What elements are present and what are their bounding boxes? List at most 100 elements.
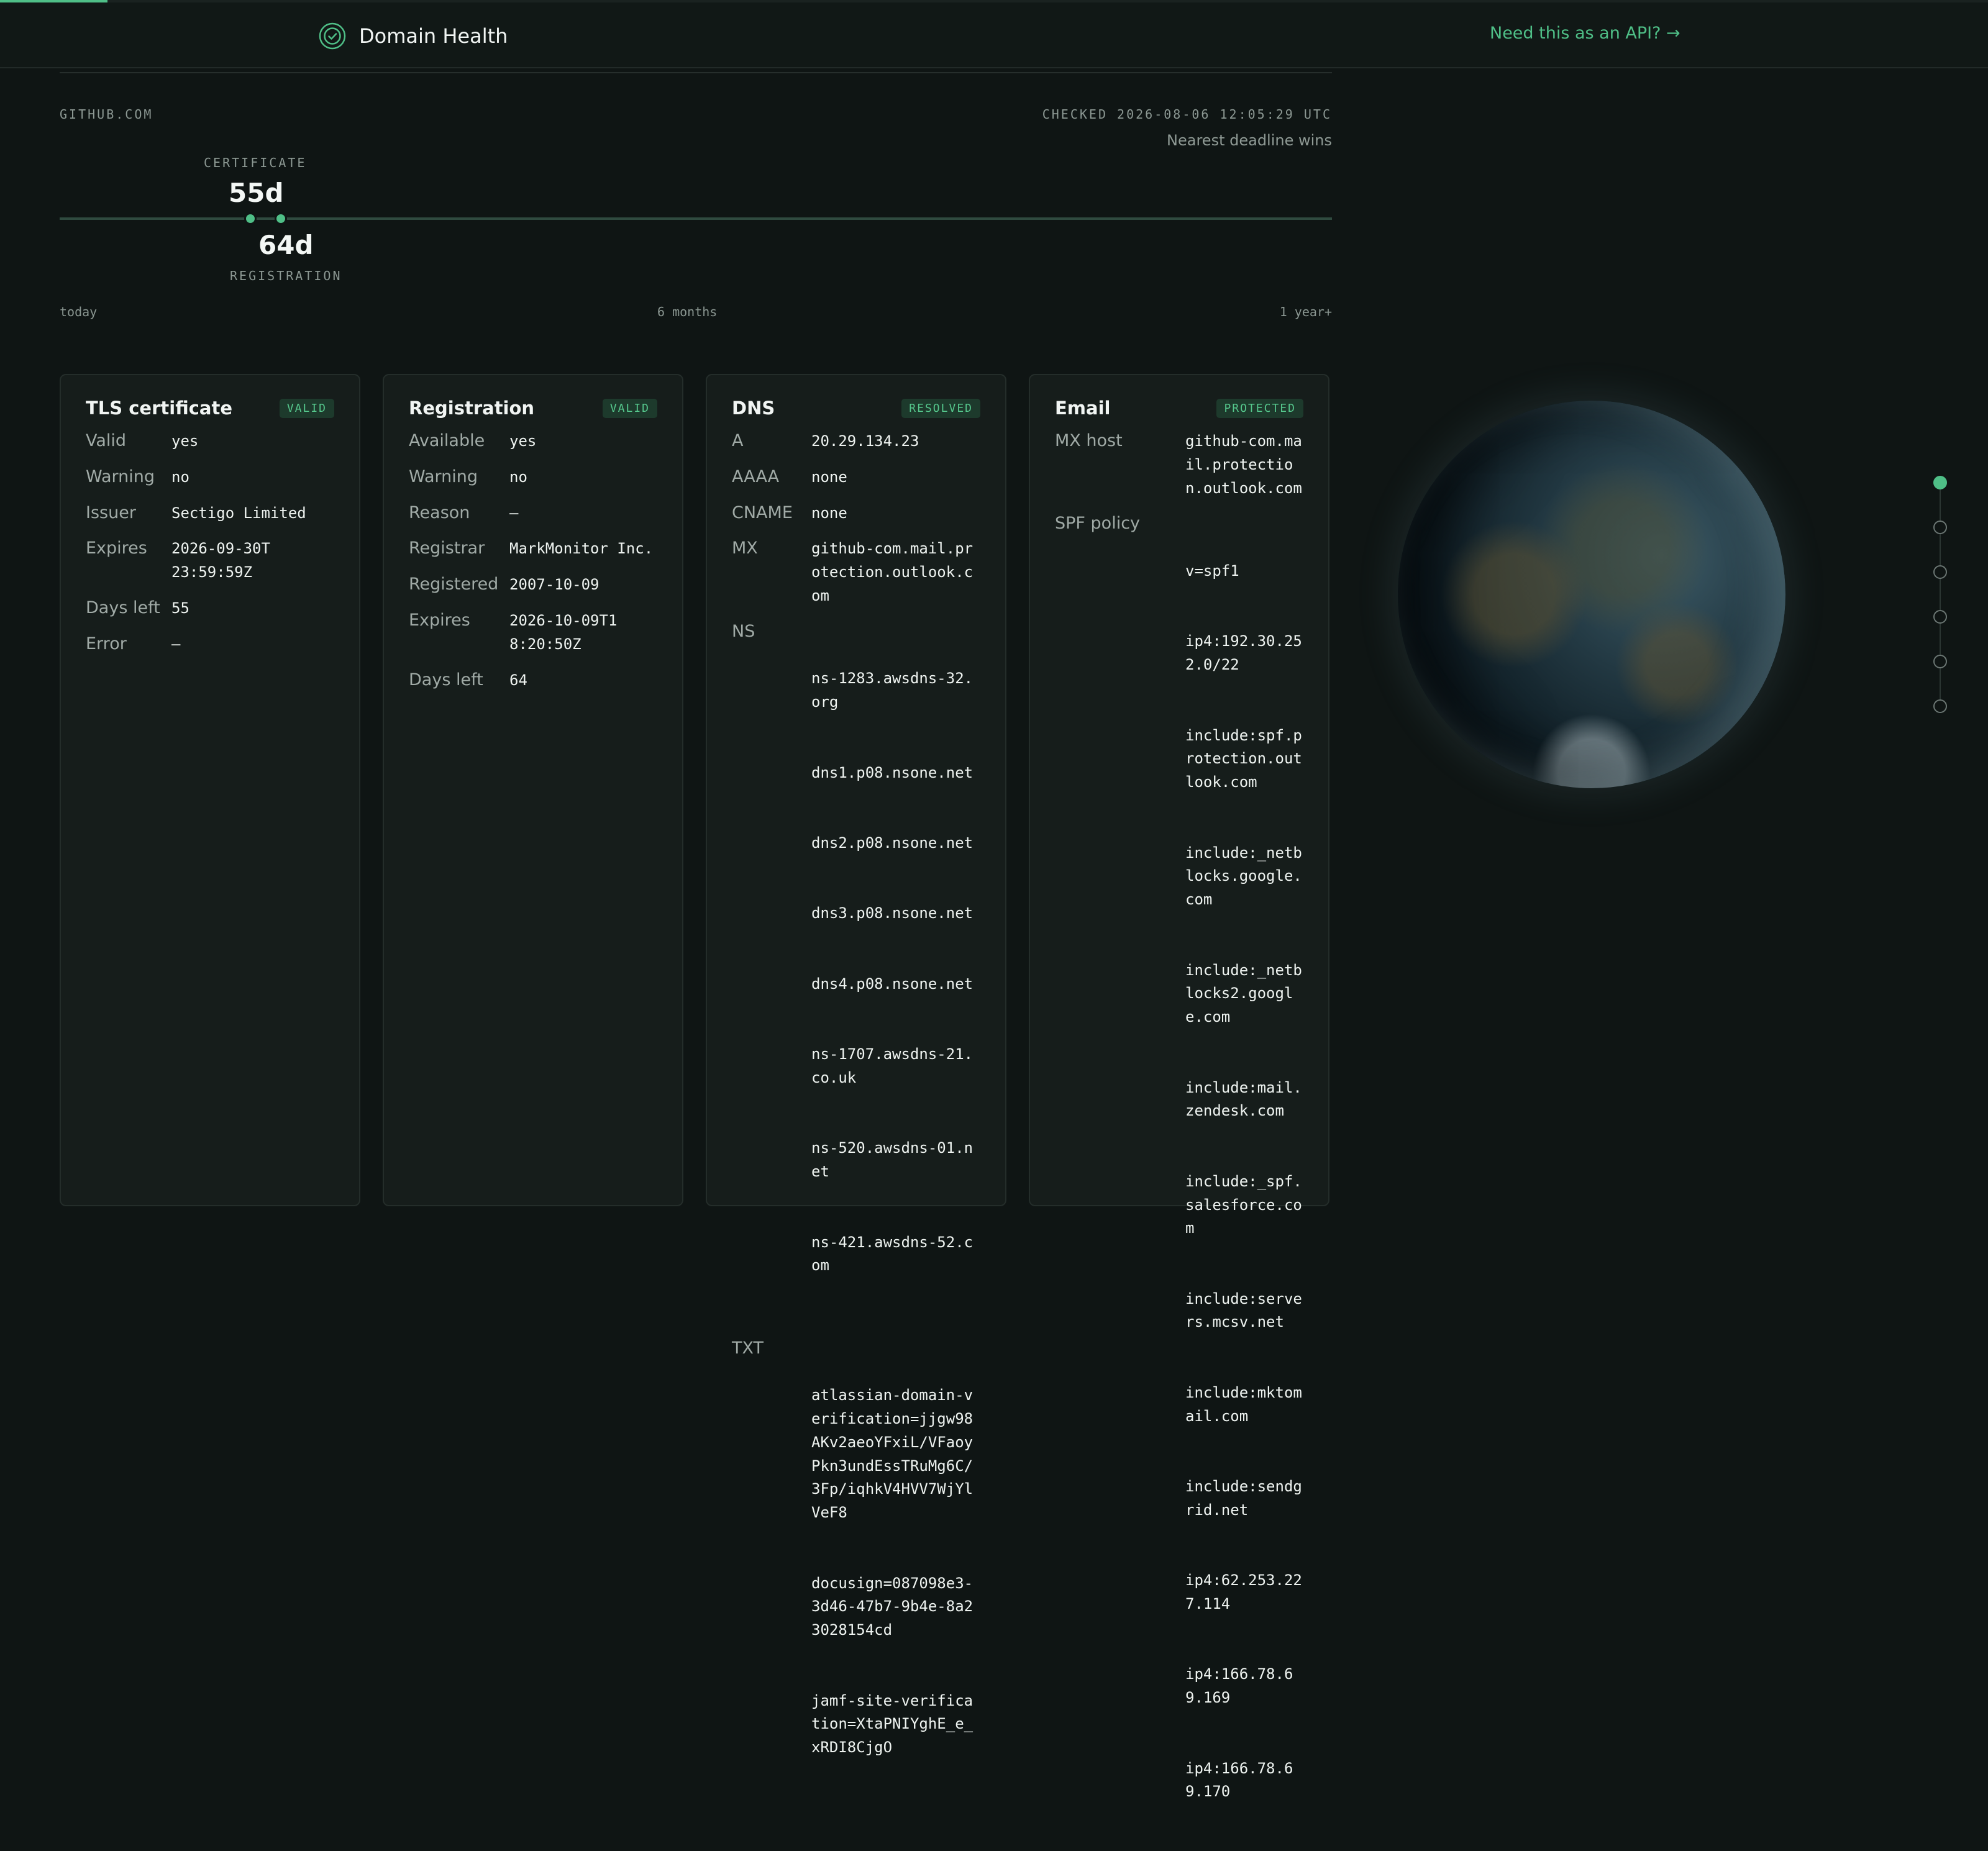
- spf-term: ip4:62.253.227.114: [1185, 1571, 1302, 1613]
- field-value: MarkMonitor Inc.: [509, 540, 654, 558]
- field-value: v=spf1 ip4:192.30.252.0/22 include:spf.p…: [1185, 512, 1303, 1850]
- section-nav-dot[interactable]: [1933, 565, 1947, 579]
- spf-term: include:mail.zendesk.com: [1185, 1078, 1302, 1120]
- section-nav-dot[interactable]: [1933, 476, 1947, 489]
- field-label: MX: [732, 539, 758, 558]
- field-value: 2026-10-09T18:20:50Z: [509, 611, 618, 653]
- email-card: Email PROTECTED MX host github-com.mail.p…: [1029, 374, 1329, 1800]
- field-label: Reason: [409, 503, 470, 522]
- field-row: Valid yes: [86, 430, 334, 453]
- dns-ns-row: NS ns-1283.awsdns-32.org dns1.p08.nsone.…: [732, 621, 980, 1325]
- field-row: Reason —: [409, 502, 657, 525]
- field-label: Warning: [409, 466, 478, 486]
- field-label: TXT: [732, 1338, 764, 1358]
- section-nav-dot[interactable]: [1933, 521, 1947, 534]
- card-title: DNS: [732, 398, 775, 419]
- field-label: Error: [86, 634, 127, 653]
- field-label: Expires: [86, 539, 147, 558]
- top-header: Domain Health Need this as an API? →: [0, 2, 1988, 68]
- ns-record: dns4.p08.nsone.net: [811, 975, 973, 993]
- brand[interactable]: Domain Health: [318, 20, 508, 52]
- txt-record: docusign=087098e3-3d46-47b7-9b4e-8a23028…: [811, 1574, 973, 1639]
- timeline-axis-end: 1 year+: [1279, 304, 1332, 319]
- field-row: Registrar MarkMonitor Inc.: [409, 537, 657, 561]
- txt-record: atlassian-domain-verification=jjgw98AKv2…: [811, 1386, 973, 1522]
- earth-globe-image: [1398, 401, 1785, 788]
- status-badge: VALID: [279, 398, 334, 418]
- field-row: Registered 2007-10-09: [409, 573, 657, 597]
- mx-host-row: MX host github-com.mail.protection.outloo…: [1055, 430, 1303, 500]
- card-title: Registration: [409, 398, 535, 419]
- field-value: 20.29.134.23: [811, 432, 919, 450]
- field-row: Error —: [86, 633, 334, 657]
- field-row: Days left 64: [409, 669, 657, 693]
- ns-record: dns1.p08.nsone.net: [811, 763, 973, 781]
- field-row: Expires 2026-09-30T23:59:59Z: [86, 537, 334, 584]
- brand-name: Domain Health: [359, 24, 508, 48]
- dns-txt-row: TXT atlassian-domain-verification=jjgw98…: [732, 1337, 980, 1807]
- spf-term: include:_spf.salesforce.com: [1185, 1172, 1302, 1237]
- check-badge-icon: [319, 22, 346, 50]
- dns-cname-row: CNAME none: [732, 502, 980, 525]
- field-label: Registrar: [409, 539, 485, 558]
- field-value: no: [171, 468, 189, 486]
- field-label: Expires: [409, 610, 470, 630]
- certificate-days-left: 55d: [229, 178, 284, 208]
- status-badge: PROTECTED: [1216, 398, 1303, 418]
- field-row: Warning no: [409, 466, 657, 489]
- spf-policy-row: SPF policy v=spf1 ip4:192.30.252.0/22 in…: [1055, 512, 1303, 1850]
- field-value: 55: [171, 599, 189, 617]
- spf-term: include:_netblocks.google.com: [1185, 844, 1302, 909]
- field-value: yes: [171, 432, 199, 450]
- dns-mx-row: MX github-com.mail.protection.outlook.com: [732, 537, 980, 607]
- field-value: ns-1283.awsdns-32.org dns1.p08.nsone.net…: [811, 621, 978, 1325]
- field-label: Valid: [86, 431, 127, 450]
- spf-term: include:_netblocks2.google.com: [1185, 961, 1302, 1026]
- field-label: Available: [409, 431, 485, 450]
- section-nav-dot[interactable]: [1933, 610, 1947, 624]
- field-value: —: [171, 635, 181, 653]
- section-nav-track: [1940, 483, 1941, 707]
- field-value: github-com.mail.protection.outlook.com: [1185, 432, 1302, 497]
- section-nav-dot[interactable]: [1933, 655, 1947, 668]
- field-label: Warning: [86, 466, 155, 486]
- field-label: MX host: [1055, 431, 1123, 450]
- field-label: A: [732, 431, 744, 450]
- certificate-marker-label: CERTIFICATE: [204, 155, 307, 170]
- divider: [60, 72, 1332, 73]
- dns-aaaa-row: AAAA none: [732, 466, 980, 489]
- deadline-note: Nearest deadline wins: [1167, 132, 1332, 149]
- checked-timestamp: CHECKED 2026-08-06 12:05:29 UTC: [1042, 107, 1332, 122]
- status-badge: VALID: [602, 398, 657, 418]
- field-value: yes: [509, 432, 537, 450]
- field-row: Available yes: [409, 430, 657, 453]
- status-badge: RESOLVED: [901, 398, 980, 418]
- field-row: Issuer Sectigo Limited: [86, 502, 334, 525]
- field-label: NS: [732, 621, 755, 641]
- ns-record: dns2.p08.nsone.net: [811, 834, 973, 852]
- domain-name: GITHUB.COM: [60, 107, 153, 122]
- spf-term: include:servers.mcsv.net: [1185, 1289, 1302, 1331]
- card-title: Email: [1055, 398, 1111, 419]
- registration-marker: [276, 214, 285, 223]
- dns-a-row: A 20.29.134.23: [732, 430, 980, 453]
- registration-days-left: 64d: [258, 230, 314, 260]
- timeline-axis-mid: 6 months: [657, 304, 718, 319]
- spf-term: ip4:166.78.69.170: [1185, 1759, 1293, 1801]
- timeline-axis-start: today: [60, 304, 98, 319]
- registration-marker-label: REGISTRATION: [230, 268, 342, 283]
- field-row: Expires 2026-10-09T18:20:50Z: [409, 609, 657, 657]
- field-value: 64: [509, 671, 527, 689]
- expiry-timeline: [60, 214, 1332, 223]
- spf-term: ip4:192.30.252.0/22: [1185, 632, 1302, 674]
- dns-card: DNS RESOLVED A 20.29.134.23 AAAA none CNAM…: [706, 374, 1006, 1756]
- certificate-marker: [246, 214, 255, 223]
- tls-certificate-card: TLS certificate VALID Valid yes Warning no…: [60, 374, 360, 1206]
- section-nav-dot[interactable]: [1933, 699, 1947, 713]
- field-value: —: [509, 504, 519, 522]
- api-link[interactable]: Need this as an API? →: [1490, 24, 1680, 43]
- field-label: SPF policy: [1055, 514, 1141, 534]
- field-row: Days left 55: [86, 597, 334, 621]
- field-label: Days left: [86, 598, 160, 617]
- field-value: atlassian-domain-verification=jjgw98AKv2…: [811, 1337, 978, 1807]
